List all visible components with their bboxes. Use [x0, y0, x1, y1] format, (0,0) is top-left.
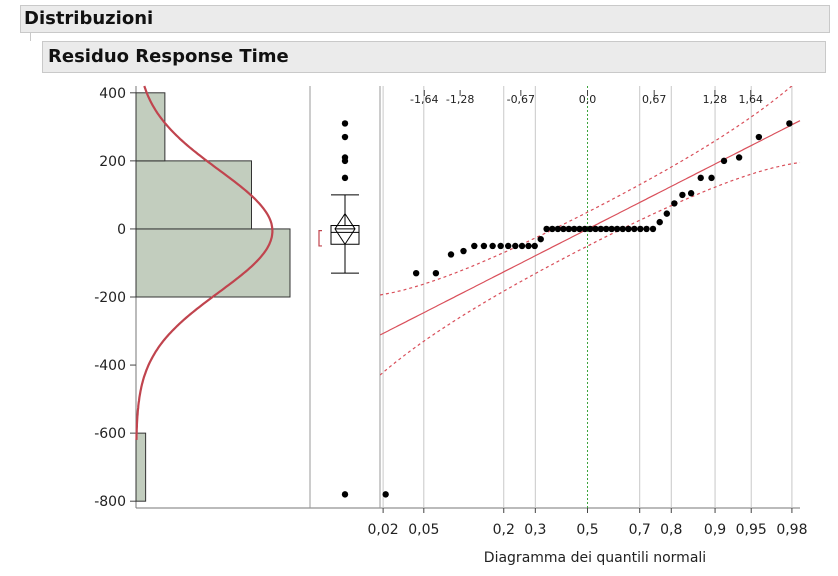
box-outlier-point	[341, 157, 349, 165]
probability-tick-label: 0,02	[368, 522, 399, 538]
probability-tick-label: 0,5	[576, 522, 598, 538]
probability-tick-label: 0,98	[776, 522, 807, 538]
box-outlier-point	[341, 174, 349, 182]
quantile-point	[512, 242, 519, 250]
quantile-point	[671, 200, 678, 207]
probability-tick-label: 0,95	[736, 522, 767, 538]
quantile-point	[687, 190, 695, 197]
quantile-point	[543, 225, 550, 233]
quantile-point	[471, 242, 478, 250]
z-tick-label: -0,67	[507, 93, 535, 106]
probability-tick-label: 0,2	[493, 522, 515, 538]
quantile-point	[432, 269, 440, 277]
quantile-point	[619, 225, 626, 233]
quantile-point	[663, 210, 671, 217]
quantile-point	[549, 225, 556, 233]
z-tick-label: -1,64	[410, 93, 438, 106]
z-tick-label: 0,67	[642, 93, 667, 106]
quantile-point	[755, 133, 763, 141]
quantile-point	[613, 225, 621, 233]
quantile-point	[735, 154, 743, 161]
quantile-point	[697, 174, 704, 182]
quantile-point	[505, 242, 512, 250]
quantile-point	[497, 242, 504, 250]
quantile-point	[786, 120, 793, 127]
box-outlier-point	[341, 133, 349, 141]
quantile-point	[554, 225, 562, 233]
quantile-point	[489, 242, 496, 250]
x-axis-label: Diagramma dei quantili normali	[484, 550, 706, 566]
quantile-point	[480, 242, 488, 250]
confidence-band-upper	[380, 86, 793, 296]
quantile-point	[631, 225, 638, 233]
z-tick-label: -1,28	[446, 93, 474, 106]
quantile-point	[382, 491, 389, 498]
quantile-point	[531, 242, 538, 250]
quantile-point	[649, 225, 657, 233]
quantile-point	[518, 242, 526, 250]
y-tick-label: -400	[94, 358, 126, 374]
quantile-point	[525, 242, 532, 250]
y-tick-label: 400	[99, 86, 126, 102]
quantile-point	[720, 157, 728, 165]
box-outlier-point	[341, 120, 349, 127]
quantile-point	[447, 251, 455, 258]
z-tick-label: 1,28	[703, 93, 728, 106]
histogram-bar	[135, 160, 252, 230]
quantile-point	[708, 174, 715, 182]
y-tick-label: 200	[99, 154, 126, 170]
histogram-bar	[135, 432, 147, 502]
probability-tick-label: 0,05	[408, 522, 439, 538]
y-tick-label: -600	[94, 426, 126, 442]
quantile-point	[679, 191, 686, 199]
confidence-band-lower	[380, 161, 801, 376]
y-tick-label: -200	[94, 290, 126, 306]
quantile-point	[412, 269, 420, 277]
z-tick-label: 0,0	[579, 93, 597, 106]
distribution-chart: 400 200 0 -200 -400 -600 -800 0,02 0,05 0,2 0,3 0,5…	[94, 85, 807, 566]
z-tick-label: 1,64	[738, 93, 763, 106]
quantile-point	[656, 218, 663, 226]
box-outlier-point	[341, 491, 349, 498]
y-tick-label: 0	[117, 222, 126, 238]
quantile-point	[608, 225, 615, 233]
quantile-point	[643, 225, 650, 233]
quantile-point	[537, 235, 544, 243]
quantile-point	[625, 225, 632, 233]
quantile-point	[460, 247, 467, 255]
y-tick-label: -800	[94, 494, 126, 510]
probability-tick-label: 0,9	[704, 522, 726, 538]
histogram-bar	[135, 228, 291, 298]
probability-tick-label: 0,7	[629, 522, 651, 538]
quantile-point	[637, 225, 644, 233]
shortest-half-bracket	[318, 230, 322, 247]
probability-tick-label: 0,8	[660, 522, 682, 538]
probability-tick-label: 0,3	[524, 522, 546, 538]
